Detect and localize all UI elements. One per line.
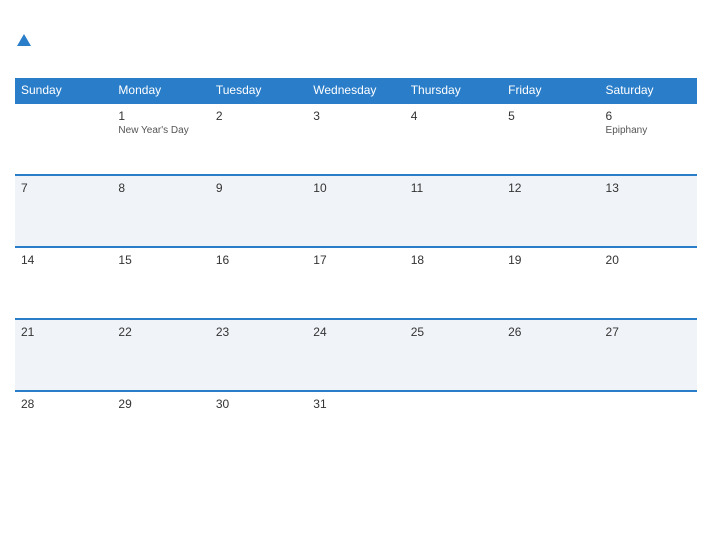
calendar-body: 1New Year's Day23456Epiphany789101112131… — [15, 103, 697, 463]
calendar-cell: 31 — [307, 391, 404, 463]
calendar-cell: 25 — [405, 319, 502, 391]
calendar-cell: 27 — [600, 319, 697, 391]
day-number: 21 — [21, 325, 106, 339]
calendar-cell: 12 — [502, 175, 599, 247]
weekday-header-wednesday: Wednesday — [307, 78, 404, 103]
day-number: 2 — [216, 109, 301, 123]
calendar-cell: 3 — [307, 103, 404, 175]
calendar-cell: 29 — [112, 391, 209, 463]
day-number: 9 — [216, 181, 301, 195]
weekday-header-saturday: Saturday — [600, 78, 697, 103]
calendar-cell — [405, 391, 502, 463]
day-number: 24 — [313, 325, 398, 339]
calendar-container: SundayMondayTuesdayWednesdayThursdayFrid… — [0, 0, 712, 550]
week-row-2: 789 10 11 12 13 — [15, 175, 697, 247]
week-row-4: 21 22 23 24 25 26 27 — [15, 319, 697, 391]
day-number: 11 — [411, 181, 496, 195]
day-number: 15 — [118, 253, 203, 267]
weekday-header-sunday: Sunday — [15, 78, 112, 103]
calendar-cell: 26 — [502, 319, 599, 391]
day-number: 10 — [313, 181, 398, 195]
week-row-5: 28 29 30 31 — [15, 391, 697, 463]
calendar-cell: 9 — [210, 175, 307, 247]
week-row-1: 1 New Year's Day 23456 Epiphany — [15, 103, 697, 175]
calendar-cell: 17 — [307, 247, 404, 319]
calendar-cell: 16 — [210, 247, 307, 319]
calendar-cell — [502, 391, 599, 463]
calendar-cell: 1 New Year's Day — [112, 103, 209, 175]
day-number: 6 — [606, 109, 691, 123]
calendar-cell — [600, 391, 697, 463]
calendar-table: SundayMondayTuesdayWednesdayThursdayFrid… — [15, 78, 697, 463]
calendar-cell: 14 — [15, 247, 112, 319]
calendar-cell: 18 — [405, 247, 502, 319]
calendar-cell: 30 — [210, 391, 307, 463]
calendar-cell: 13 — [600, 175, 697, 247]
calendar-cell: 8 — [112, 175, 209, 247]
day-number: 18 — [411, 253, 496, 267]
day-number: 31 — [313, 397, 398, 411]
calendar-cell: 24 — [307, 319, 404, 391]
day-number: 27 — [606, 325, 691, 339]
logo — [15, 34, 31, 46]
day-number: 1 — [118, 109, 203, 123]
day-number: 4 — [411, 109, 496, 123]
weekday-header-monday: Monday — [112, 78, 209, 103]
day-number: 22 — [118, 325, 203, 339]
week-row-3: 14 15 16 17 18 19 20 — [15, 247, 697, 319]
day-number: 19 — [508, 253, 593, 267]
day-number: 5 — [508, 109, 593, 123]
day-number: 25 — [411, 325, 496, 339]
calendar-cell: 15 — [112, 247, 209, 319]
weekday-header-tuesday: Tuesday — [210, 78, 307, 103]
calendar-cell: 28 — [15, 391, 112, 463]
calendar-cell: 19 — [502, 247, 599, 319]
calendar-cell: 10 — [307, 175, 404, 247]
day-number: 30 — [216, 397, 301, 411]
calendar-cell: 23 — [210, 319, 307, 391]
day-number: 13 — [606, 181, 691, 195]
calendar-cell: 5 — [502, 103, 599, 175]
calendar-cell: 6 Epiphany — [600, 103, 697, 175]
logo-triangle-icon — [17, 34, 31, 46]
calendar-cell: 4 — [405, 103, 502, 175]
calendar-cell — [15, 103, 112, 175]
day-number: 12 — [508, 181, 593, 195]
weekday-header-friday: Friday — [502, 78, 599, 103]
day-number: 17 — [313, 253, 398, 267]
day-number: 23 — [216, 325, 301, 339]
holiday-name: Epiphany — [606, 125, 691, 136]
calendar-cell: 22 — [112, 319, 209, 391]
day-number: 3 — [313, 109, 398, 123]
weekday-header-row: SundayMondayTuesdayWednesdayThursdayFrid… — [15, 78, 697, 103]
day-number: 26 — [508, 325, 593, 339]
day-number: 7 — [21, 181, 106, 195]
calendar-header: SundayMondayTuesdayWednesdayThursdayFrid… — [15, 78, 697, 103]
day-number: 16 — [216, 253, 301, 267]
weekday-header-thursday: Thursday — [405, 78, 502, 103]
calendar-cell: 21 — [15, 319, 112, 391]
calendar-cell: 11 — [405, 175, 502, 247]
calendar-cell: 7 — [15, 175, 112, 247]
day-number: 8 — [118, 181, 203, 195]
day-number: 14 — [21, 253, 106, 267]
day-number: 29 — [118, 397, 203, 411]
day-number: 20 — [606, 253, 691, 267]
holiday-name: New Year's Day — [118, 125, 203, 136]
day-number: 28 — [21, 397, 106, 411]
header — [15, 10, 697, 70]
calendar-cell: 2 — [210, 103, 307, 175]
calendar-cell: 20 — [600, 247, 697, 319]
